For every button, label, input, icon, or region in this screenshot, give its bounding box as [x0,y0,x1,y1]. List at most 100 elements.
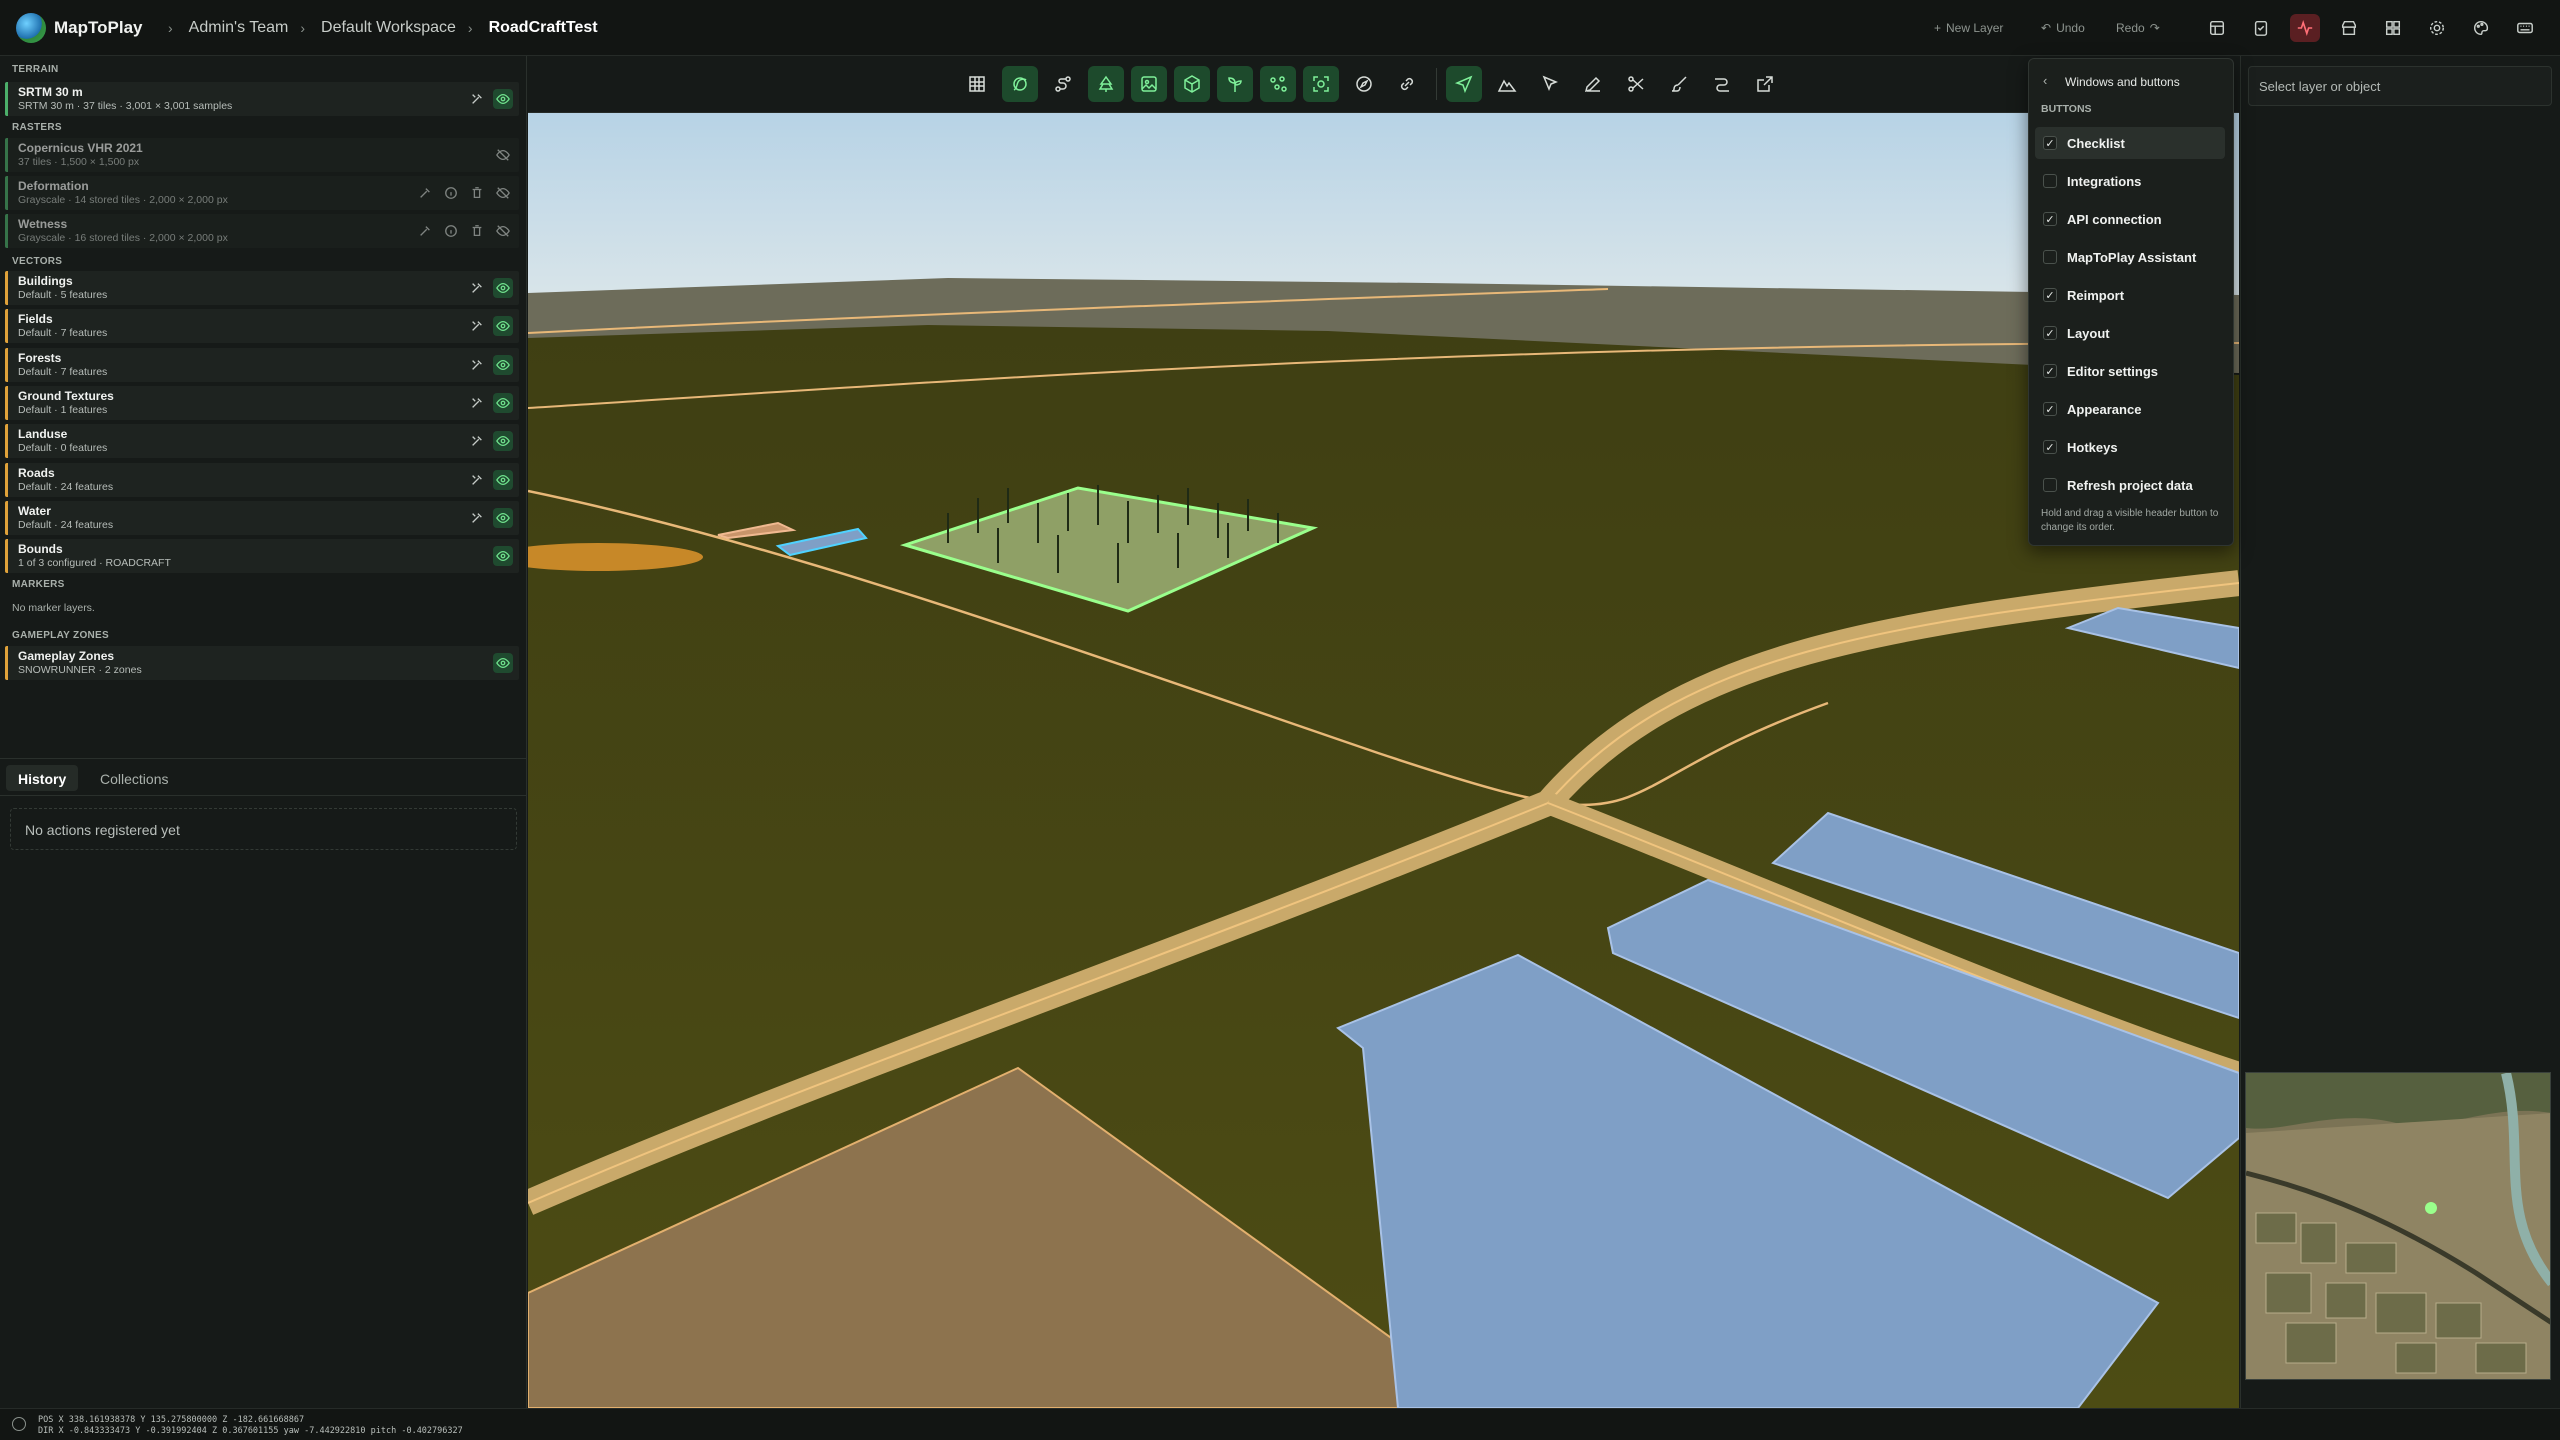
eye-icon[interactable] [493,507,513,528]
info-icon[interactable] [441,183,461,203]
chevron-left-icon[interactable]: ‹ [2043,73,2047,88]
mountain-icon[interactable] [1489,66,1525,102]
menu-item-maptoplay-assistant[interactable]: MapToPlay Assistant [2035,241,2225,273]
eye-icon[interactable] [493,89,513,109]
path-icon[interactable] [1045,66,1081,102]
focus-frame-icon[interactable] [1303,66,1339,102]
info-icon[interactable] [441,221,461,241]
layer-row[interactable]: Gameplay Zones SNOWRUNNER · 2 zones [5,646,519,680]
menu-item-integrations[interactable]: Integrations [2035,165,2225,197]
eye-icon[interactable] [493,278,513,298]
layer-row[interactable]: Roads Default · 24 features [5,462,519,497]
redo-button[interactable]: Redo ↷ [2116,16,2160,40]
navigate-arrow-icon[interactable] [1446,66,1482,102]
menu-item-layout[interactable]: ✓ Layout [2035,317,2225,349]
route-split-icon[interactable] [1704,66,1740,102]
eye-icon[interactable] [493,431,513,452]
layout-icon[interactable] [2202,14,2232,42]
menu-item-reimport[interactable]: ✓ Reimport [2035,279,2225,311]
layer-row[interactable]: Deformation Grayscale · 14 stored tiles … [5,176,519,210]
layer-row[interactable]: Water Default · 24 features [5,500,519,535]
menu-item-editor-settings[interactable]: ✓ Editor settings [2035,355,2225,387]
trash-icon[interactable] [467,183,487,203]
brush-icon[interactable] [1661,66,1697,102]
checkbox[interactable]: ✓ [2043,136,2057,150]
select-layer-input[interactable]: Select layer or object [2248,66,2552,106]
checkbox[interactable]: ✓ [2043,364,2057,378]
keyboard-icon[interactable] [2510,14,2540,42]
eye-icon[interactable] [493,354,513,375]
undo-button[interactable]: ↶ Undo [2041,16,2085,40]
activity-icon[interactable] [2290,14,2320,42]
forest-tree-icon[interactable] [1088,66,1124,102]
layer-row[interactable]: Landuse Default · 0 features [5,424,519,459]
tools-icon[interactable] [467,355,487,375]
tools-icon[interactable] [415,183,435,203]
layer-row[interactable]: Forests Default · 7 features [5,347,519,382]
app-name[interactable]: MapToPlay [54,18,142,38]
eye-icon[interactable] [493,469,513,490]
pointer-icon[interactable] [1532,66,1568,102]
layer-row[interactable]: SRTM 30 m SRTM 30 m · 37 tiles · 3,001 ×… [5,82,519,116]
layer-row[interactable]: Buildings Default · 5 features [5,271,519,305]
scatter-icon[interactable] [1260,66,1296,102]
export-icon[interactable] [1747,66,1783,102]
breadcrumb-project[interactable]: RoadCraftTest [489,19,598,37]
layer-row[interactable]: Copernicus VHR 2021 37 tiles · 1,500 × 1… [5,138,519,172]
menu-item-api-connection[interactable]: ✓ API connection [2035,203,2225,235]
link-icon[interactable] [1389,66,1425,102]
integrations-icon[interactable] [2378,14,2408,42]
layer-row[interactable]: Ground Textures Default · 1 features [5,385,519,420]
minimap[interactable] [2245,1072,2551,1380]
scissors-icon[interactable] [1618,66,1654,102]
terrain-scene[interactable] [528,113,2239,1408]
tools-icon[interactable] [467,316,487,336]
eye-off-icon[interactable] [493,145,513,165]
tools-icon[interactable] [467,431,487,451]
eye-icon[interactable] [493,653,513,673]
breadcrumb-workspace[interactable]: Default Workspace [321,19,456,37]
store-icon[interactable] [2334,14,2364,42]
checkbox[interactable] [2043,250,2057,264]
menu-item-refresh-project-data[interactable]: Refresh project data [2035,469,2225,501]
road-route-icon[interactable] [1002,66,1038,102]
eye-icon[interactable] [493,546,513,567]
map-viewport-3d[interactable] [528,113,2239,1408]
menu-item-hotkeys[interactable]: ✓ Hotkeys [2035,431,2225,463]
checklist-icon[interactable] [2246,14,2276,42]
eye-off-icon[interactable] [493,221,513,241]
tools-icon[interactable] [467,393,487,413]
tab-history[interactable]: History [6,765,79,791]
layer-row[interactable]: Bounds 1 of 3 configured · ROADCRAFT [5,539,519,574]
tools-icon[interactable] [467,89,487,109]
settings-gear-icon[interactable] [2422,14,2452,42]
eye-off-icon[interactable] [493,183,513,203]
eye-icon[interactable] [493,316,513,337]
palette-icon[interactable] [2466,14,2496,42]
tools-icon[interactable] [467,278,487,298]
checkbox[interactable]: ✓ [2043,326,2057,340]
checkbox[interactable]: ✓ [2043,288,2057,302]
layer-row[interactable]: Fields Default · 7 features [5,309,519,344]
checkbox[interactable]: ✓ [2043,402,2057,416]
trash-icon[interactable] [467,221,487,241]
checkbox[interactable]: ✓ [2043,440,2057,454]
grid-icon[interactable] [959,66,995,102]
tools-icon[interactable] [415,221,435,241]
checkbox[interactable]: ✓ [2043,212,2057,226]
globe-logo-icon[interactable] [16,13,46,43]
tools-icon[interactable] [467,470,487,490]
tab-collections[interactable]: Collections [88,765,180,791]
checkbox[interactable] [2043,174,2057,188]
breadcrumb-team[interactable]: Admin's Team [189,19,289,37]
compass-icon[interactable] [1346,66,1382,102]
pen-icon[interactable] [1575,66,1611,102]
sprout-icon[interactable] [1217,66,1253,102]
cube-icon[interactable] [1174,66,1210,102]
layer-row[interactable]: Wetness Grayscale · 16 stored tiles · 2,… [5,214,519,248]
menu-item-checklist[interactable]: ✓ Checklist [2035,127,2225,159]
checkbox[interactable] [2043,478,2057,492]
menu-item-appearance[interactable]: ✓ Appearance [2035,393,2225,425]
image-icon[interactable] [1131,66,1167,102]
eye-icon[interactable] [493,392,513,413]
